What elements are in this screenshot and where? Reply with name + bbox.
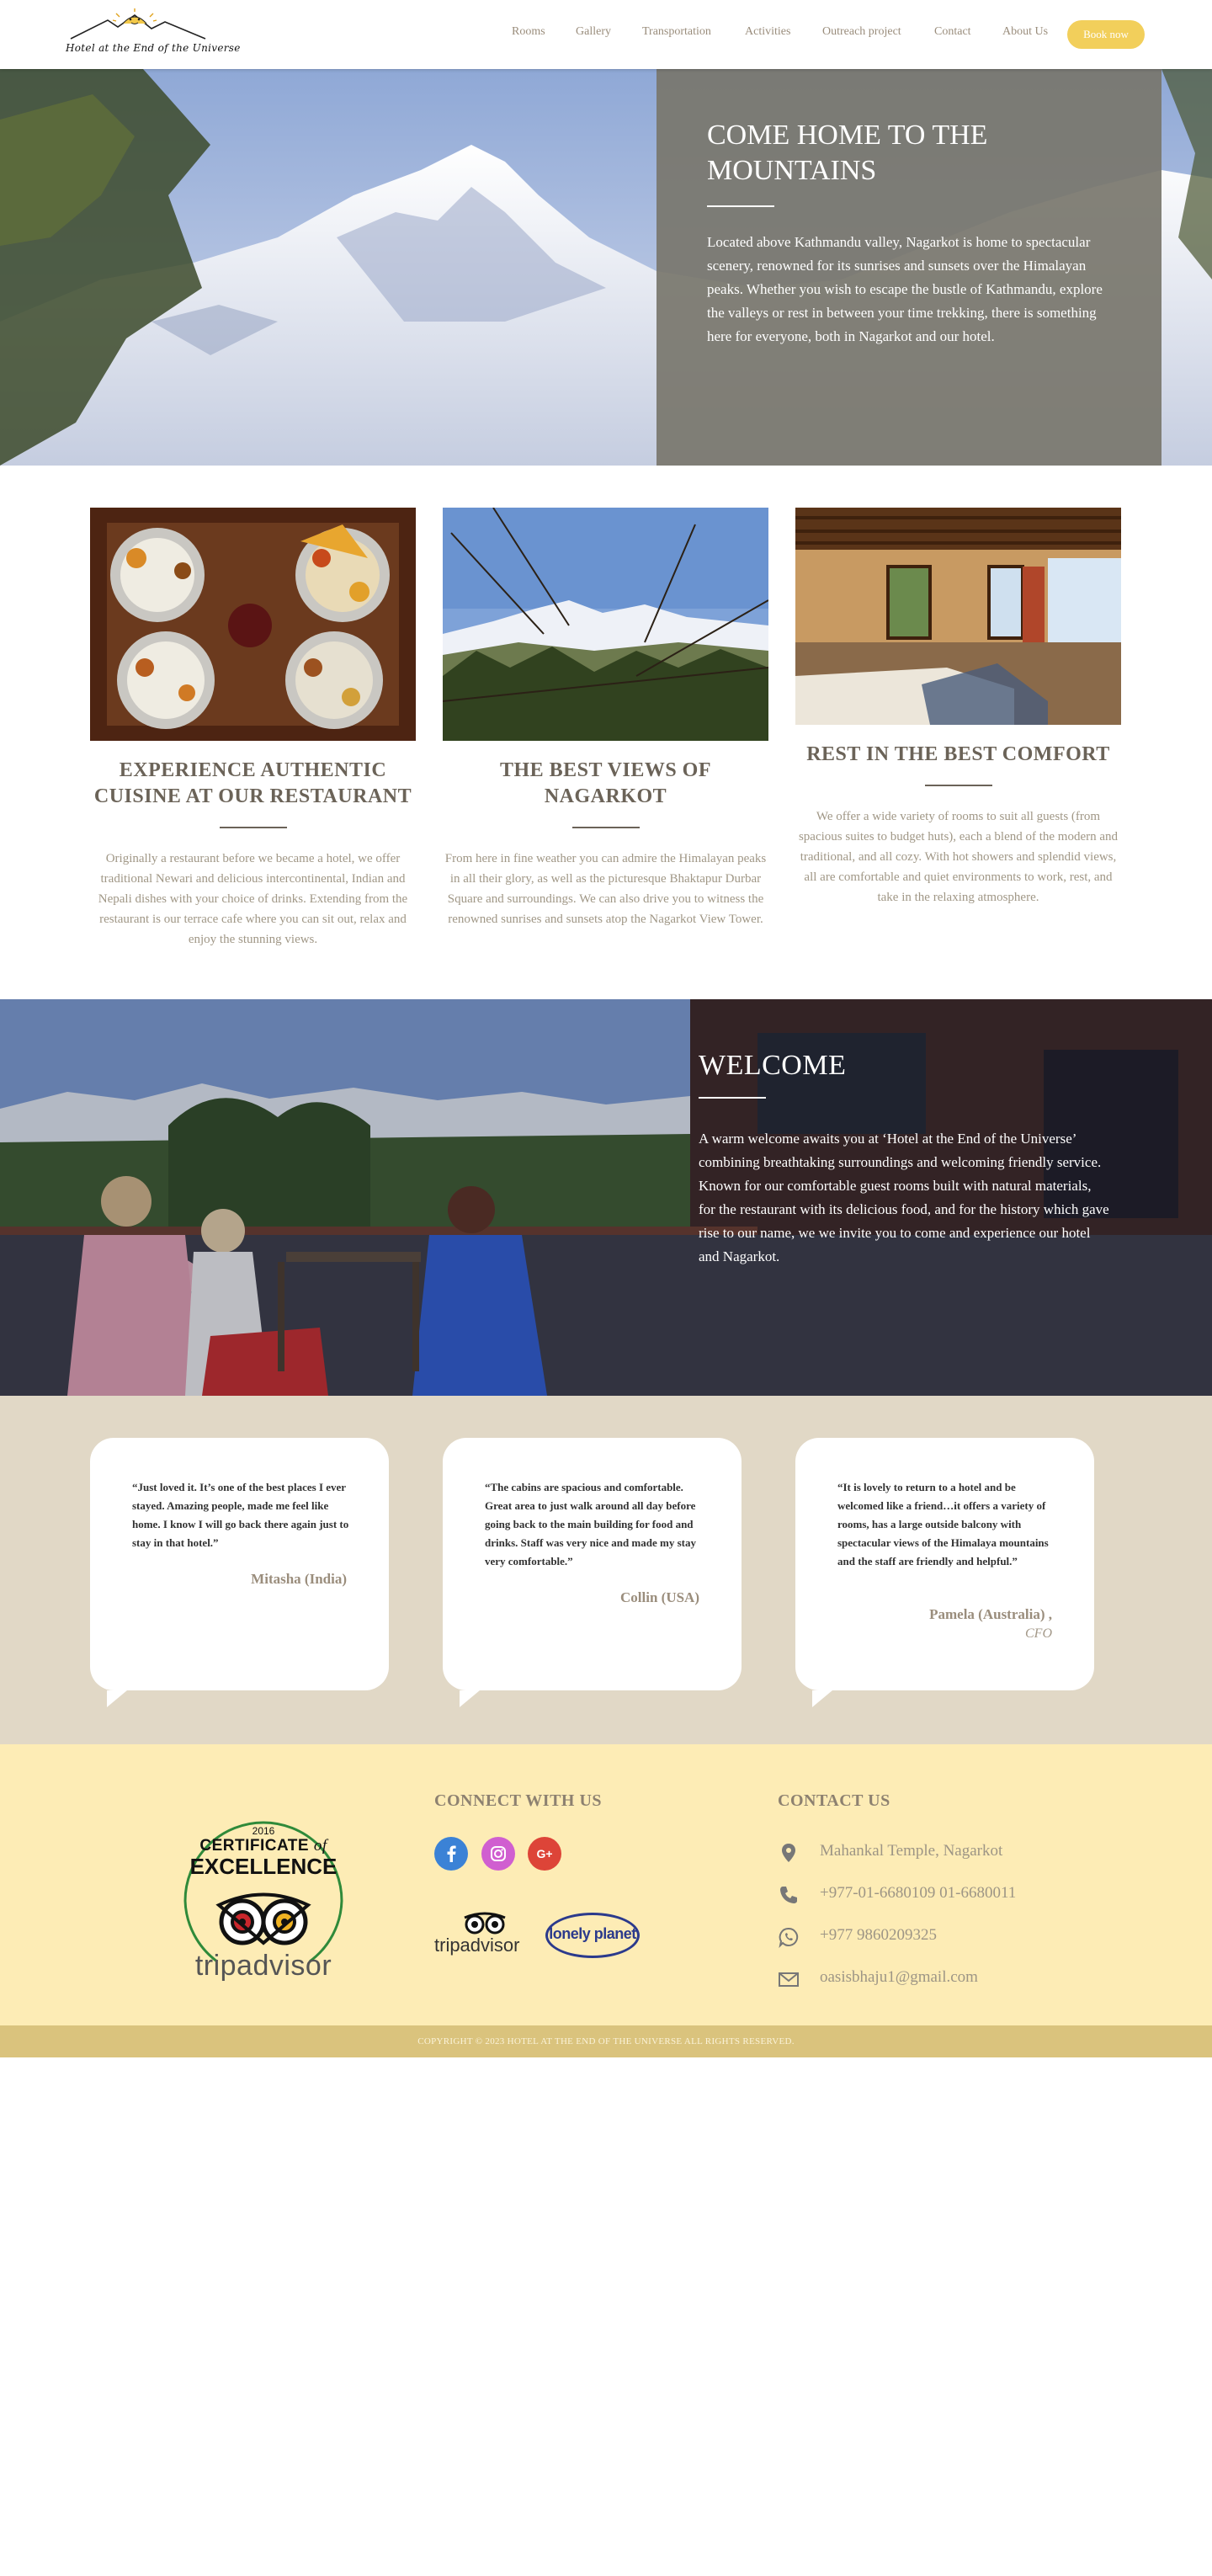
certificate-line1: CERTIFICATE bbox=[199, 1837, 310, 1855]
welcome-content: WELCOME A warm welcome awaits you at ‘Ho… bbox=[699, 1050, 1111, 1269]
lonely-planet-wordmark: lonely planet bbox=[549, 1925, 636, 1942]
nav-about-us[interactable]: About Us bbox=[1002, 25, 1048, 39]
testimonial-card: “Just loved it. It’s one of the best pla… bbox=[90, 1438, 389, 1707]
logo-text: Hotel at the End of the Universe bbox=[66, 42, 241, 54]
nav-outreach-project[interactable]: Outreach project bbox=[822, 25, 901, 39]
phone-text: +977-01-6680109 01-6680011 bbox=[820, 1884, 1017, 1902]
envelope-icon bbox=[779, 1972, 799, 1987]
nav-activities[interactable]: Activities bbox=[745, 25, 790, 39]
testimonials-section: “Just loved it. It’s one of the best pla… bbox=[0, 1396, 1212, 1744]
certificate-year: 2016 bbox=[252, 1825, 275, 1837]
connect-title: CONNECT WITH US bbox=[434, 1791, 603, 1810]
certificate-line2: EXCELLENCE bbox=[189, 1854, 338, 1879]
google-plus-icon[interactable]: G+ bbox=[528, 1837, 561, 1871]
feature-rooms-text: We offer a wide variety of rooms to suit… bbox=[798, 810, 1119, 904]
tripadvisor-logo[interactable]: tripadvisor bbox=[434, 1909, 539, 1960]
testimonial-author: Pamela (Australia) , bbox=[929, 1606, 1052, 1622]
phone-icon bbox=[780, 1887, 797, 1903]
feature-divider bbox=[219, 827, 287, 828]
book-now-button[interactable]: Book now bbox=[1067, 20, 1145, 49]
feature-views: THE BEST VIEWS OF NAGARKOT From here in … bbox=[443, 508, 768, 929]
copyright-bar: COPYRIGHT © 2023 HOTEL AT THE END OF THE… bbox=[0, 2025, 1212, 2057]
location-pin-icon bbox=[782, 1844, 795, 1862]
welcome-divider bbox=[699, 1097, 766, 1099]
testimonial-card: “The cabins are spacious and comfortable… bbox=[443, 1438, 742, 1707]
whatsapp-text: +977 9860209325 bbox=[820, 1926, 937, 1944]
hotel-room-photo bbox=[795, 508, 1121, 725]
site-header: Hotel at the End of the Universe Rooms G… bbox=[0, 0, 1212, 69]
lonely-planet-logo[interactable]: lonely planet bbox=[545, 1913, 640, 1958]
nav-transportation[interactable]: Transportation bbox=[642, 25, 711, 39]
hero-description: Located above Kathmandu valley, Nagarkot… bbox=[707, 234, 1103, 344]
whatsapp-icon bbox=[779, 1927, 799, 1948]
testimonial-quote: “The cabins are spacious and comfortable… bbox=[485, 1481, 696, 1567]
testimonial-role: CFO bbox=[1025, 1626, 1052, 1641]
testimonial-author: Collin (USA) bbox=[620, 1589, 699, 1605]
page-bottom-blank bbox=[0, 2057, 1212, 2576]
feature-divider bbox=[571, 827, 640, 828]
nav-contact[interactable]: Contact bbox=[934, 25, 971, 39]
food-platter-photo bbox=[90, 508, 416, 741]
feature-rooms-title: REST IN THE BEST COMFORT bbox=[806, 743, 1110, 765]
testimonial-quote: “Just loved it. It’s one of the best pla… bbox=[132, 1481, 349, 1549]
testimonial-author: Mitasha (India) bbox=[251, 1571, 347, 1587]
speech-bubble-tail bbox=[107, 1690, 127, 1707]
svg-text:G+: G+ bbox=[536, 1847, 552, 1860]
mountain-view-photo bbox=[443, 508, 768, 741]
certificate-brand: tripadvisor bbox=[194, 1950, 332, 1982]
contact-title: CONTACT US bbox=[778, 1791, 890, 1810]
certificate-of: of bbox=[313, 1837, 327, 1855]
nav-rooms[interactable]: Rooms bbox=[512, 25, 545, 39]
feature-restaurant: EXPERIENCE AUTHENTIC CUISINE AT OUR REST… bbox=[90, 508, 416, 950]
speech-bubble-tail bbox=[460, 1690, 480, 1707]
main-nav: Rooms Gallery Transportation Activities … bbox=[0, 25, 1212, 44]
facebook-icon[interactable] bbox=[434, 1837, 468, 1871]
email-text: oasisbhaju1@gmail.com bbox=[820, 1968, 978, 1986]
welcome-description: A warm welcome awaits you at ‘Hotel at t… bbox=[699, 1131, 1109, 1264]
welcome-title: WELCOME bbox=[699, 1050, 847, 1081]
hero-title: COME HOME TO THE MOUNTAINS bbox=[707, 120, 988, 186]
testimonial-quote: “It is lovely to return to a hotel and b… bbox=[837, 1481, 1049, 1567]
feature-views-title: THE BEST VIEWS OF NAGARKOT bbox=[499, 759, 712, 807]
hero-overlay-panel: COME HOME TO THE MOUNTAINS Located above… bbox=[656, 69, 1162, 466]
testimonial-card: “It is lovely to return to a hotel and b… bbox=[795, 1438, 1094, 1707]
tripadvisor-certificate-badge[interactable]: 2016 CERTIFICATE of EXCELLENCE tripadvis… bbox=[168, 1800, 359, 1990]
feature-rooms: REST IN THE BEST COMFORT We offer a wide… bbox=[795, 508, 1121, 907]
address-text: Mahankal Temple, Nagarkot bbox=[820, 1842, 1003, 1860]
speech-bubble-tail bbox=[812, 1690, 832, 1707]
welcome-banner: WELCOME A warm welcome awaits you at ‘Ho… bbox=[0, 999, 1212, 1396]
feature-views-text: From here in fine weather you can admire… bbox=[444, 852, 767, 926]
feature-restaurant-text: Originally a restaurant before we became… bbox=[98, 852, 408, 946]
features-section: EXPERIENCE AUTHENTIC CUISINE AT OUR REST… bbox=[0, 466, 1212, 999]
hero-banner: COME HOME TO THE MOUNTAINS Located above… bbox=[0, 69, 1212, 466]
nav-gallery[interactable]: Gallery bbox=[576, 25, 611, 39]
instagram-icon[interactable] bbox=[481, 1837, 515, 1871]
feature-divider bbox=[924, 785, 992, 786]
hero-divider bbox=[707, 205, 774, 207]
feature-restaurant-title: EXPERIENCE AUTHENTIC CUISINE AT OUR REST… bbox=[93, 759, 412, 807]
tripadvisor-wordmark: tripadvisor bbox=[434, 1935, 520, 1956]
site-footer: 2016 CERTIFICATE of EXCELLENCE tripadvis… bbox=[0, 1744, 1212, 2025]
